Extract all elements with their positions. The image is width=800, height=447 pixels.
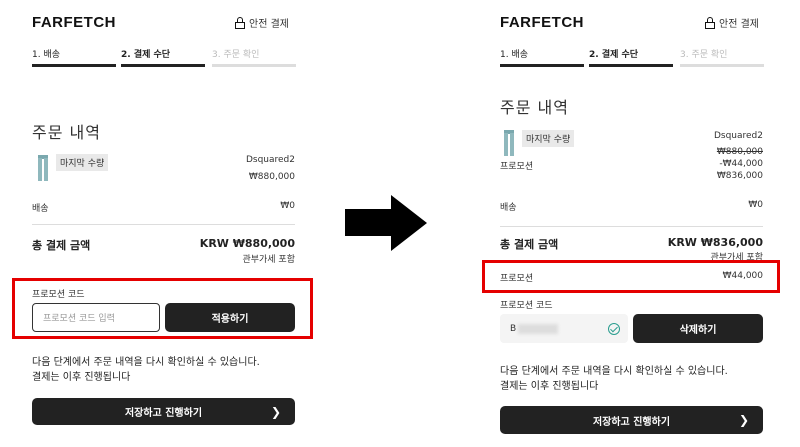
secure-payment-label: 안전 결제 <box>719 19 759 30</box>
farfetch-logo: FARFETCH <box>500 14 584 31</box>
lock-icon <box>235 16 245 29</box>
total-label: 총 결제 금액 <box>32 239 91 252</box>
step-payment[interactable]: 2. 결제 수단 <box>121 47 170 60</box>
shipping-label: 배송 <box>32 204 49 214</box>
step-bar-shipping <box>32 64 116 67</box>
shipping-label: 배송 <box>500 203 517 213</box>
checkout-after-panel: FARFETCH 안전 결제 1. 배송 2. 결제 수단 3. 주문 확인 주… <box>482 0 780 447</box>
product-price: ₩880,000 <box>248 172 295 182</box>
promo-code-input[interactable]: 프로모션 코드 입력 <box>32 303 160 332</box>
step-review: 3. 주문 확인 <box>212 50 260 60</box>
secure-payment-label: 안전 결제 <box>249 19 289 30</box>
apply-promo-button[interactable]: 적용하기 <box>165 303 295 332</box>
step-bar-review <box>680 64 764 67</box>
order-summary-title: 주문 내역 <box>32 123 101 142</box>
order-summary-title: 주문 내역 <box>500 98 569 117</box>
product-brand: Dsquared2 <box>713 131 763 141</box>
step-bar-payment <box>589 64 673 67</box>
promo-code-label: 프로모션 코드 <box>500 301 553 311</box>
divider <box>500 226 763 227</box>
promo-code-label: 프로모션 코드 <box>32 290 85 300</box>
notice-line-1: 다음 단계에서 주문 내역을 다시 확인하실 수 있습니다. <box>32 357 260 368</box>
last-stock-chip: 마지막 수량 <box>56 154 109 171</box>
promo-code-field[interactable]: B <box>500 314 628 343</box>
total-label: 총 결제 금액 <box>500 238 559 251</box>
arrow-right-icon <box>345 195 427 251</box>
chevron-right-icon: ❯ <box>270 404 281 419</box>
save-continue-button[interactable]: 저장하고 진행하기 ❯ <box>500 406 763 434</box>
notice-line-1: 다음 단계에서 주문 내역을 다시 확인하실 수 있습니다. <box>500 366 728 377</box>
notice-line-2: 결제는 이후 진행됩니다 <box>32 372 131 383</box>
step-shipping[interactable]: 1. 배송 <box>500 47 528 60</box>
promo-code-placeholder: 프로모션 코드 입력 <box>43 314 115 324</box>
step-bar-payment <box>121 64 205 67</box>
farfetch-logo: FARFETCH <box>32 14 116 31</box>
step-bar-review <box>212 64 296 67</box>
shipping-value: ₩0 <box>748 200 763 210</box>
tax-note: 관부가세 포함 <box>242 255 295 265</box>
promo-line-label: 프로모션 <box>500 274 534 284</box>
lock-icon <box>705 16 715 29</box>
step-payment[interactable]: 2. 결제 수단 <box>589 47 638 60</box>
step-shipping[interactable]: 1. 배송 <box>32 47 60 60</box>
total-value: KRW ₩880,000 <box>199 237 295 250</box>
final-price: ₩836,000 <box>716 171 763 181</box>
shipping-value: ₩0 <box>280 201 295 211</box>
secure-payment: 안전 결제 <box>705 15 759 30</box>
check-circle-icon <box>608 322 620 335</box>
checkout-before-panel: FARFETCH 안전 결제 1. 배송 2. 결제 수단 3. 주문 확인 주… <box>12 0 313 447</box>
total-value: KRW ₩836,000 <box>667 236 763 249</box>
product-thumbnail[interactable] <box>504 130 514 156</box>
divider <box>32 224 295 225</box>
item-promo-label: 프로모션 <box>500 162 534 172</box>
promo-code-value: B <box>510 323 517 334</box>
notice-line-2: 결제는 이후 진행됩니다 <box>500 381 599 392</box>
redacted-code <box>518 323 559 334</box>
save-continue-label: 저장하고 진행하기 <box>592 416 671 428</box>
last-stock-chip: 마지막 수량 <box>522 130 575 147</box>
step-review: 3. 주문 확인 <box>680 50 728 60</box>
product-brand: Dsquared2 <box>245 155 295 165</box>
delete-promo-button[interactable]: 삭제하기 <box>633 314 763 343</box>
product-thumbnail[interactable] <box>38 155 48 181</box>
save-continue-label: 저장하고 진행하기 <box>124 408 203 419</box>
secure-payment: 안전 결제 <box>235 15 289 30</box>
step-bar-shipping <box>500 64 584 67</box>
save-continue-button[interactable]: 저장하고 진행하기 ❯ <box>32 398 295 425</box>
chevron-right-icon: ❯ <box>738 413 749 427</box>
original-price: ₩880,000 <box>716 147 763 157</box>
discount-amount: -₩44,000 <box>719 159 763 169</box>
promo-line-value: ₩44,000 <box>722 271 763 281</box>
